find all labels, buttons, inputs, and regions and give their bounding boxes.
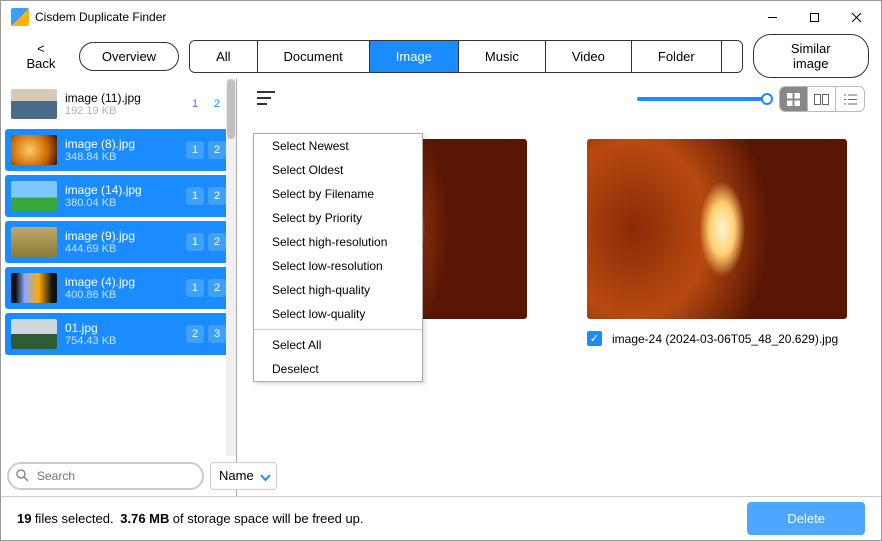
count-badge: 2 xyxy=(208,279,226,297)
tab-image[interactable]: Image xyxy=(370,41,459,72)
preview-card: image-24 (2024-03-06T05_48_20.629).jpg xyxy=(587,139,847,346)
tab-all[interactable]: All xyxy=(190,41,257,72)
selection-menu-button[interactable] xyxy=(253,86,281,113)
status-text: 19 files selected. 3.76 MB of storage sp… xyxy=(17,511,364,526)
list-item[interactable]: image (8).jpg348.84 KB12 xyxy=(5,129,232,171)
maximize-button[interactable] xyxy=(793,3,835,31)
menu-item[interactable]: Select high-resolution xyxy=(254,230,422,254)
separator xyxy=(254,329,422,330)
slider-knob[interactable] xyxy=(761,93,773,105)
thumbnail xyxy=(11,227,57,257)
count-badge: 1 xyxy=(186,279,204,297)
toolbar: < Back Overview AllDocumentImageMusicVid… xyxy=(1,33,881,79)
file-size: 754.43 KB xyxy=(65,335,186,347)
menu-item[interactable]: Select All xyxy=(254,333,422,357)
select-checkbox[interactable] xyxy=(587,331,602,346)
window-title: Cisdem Duplicate Finder xyxy=(35,10,751,24)
sidebar: image (11).jpg192.19 KB12image (8).jpg34… xyxy=(1,79,237,496)
duplicate-group-list[interactable]: image (11).jpg192.19 KB12image (8).jpg34… xyxy=(1,79,236,456)
menu-item[interactable]: Select by Filename xyxy=(254,182,422,206)
menu-item[interactable]: Select Newest xyxy=(254,134,422,158)
view-mode-switcher xyxy=(779,86,865,112)
search-icon xyxy=(16,469,29,485)
count-badge: 1 xyxy=(186,187,204,205)
count-badge: 2 xyxy=(208,187,226,205)
category-tabs: AllDocumentImageMusicVideoFolderOther xyxy=(189,40,742,73)
zoom-slider[interactable] xyxy=(637,97,767,101)
tab-video[interactable]: Video xyxy=(546,41,632,72)
statusbar: 19 files selected. 3.76 MB of storage sp… xyxy=(1,496,881,540)
tab-folder[interactable]: Folder xyxy=(632,41,722,72)
list-item[interactable]: image (9).jpg444.69 KB12 xyxy=(5,221,232,263)
menu-item[interactable]: Deselect xyxy=(254,357,422,381)
search-input[interactable] xyxy=(7,462,204,490)
count-badge: 1 xyxy=(186,233,204,251)
delete-button[interactable]: Delete xyxy=(747,502,865,535)
list-view-button[interactable] xyxy=(836,87,864,111)
menu-item[interactable]: Select low-quality xyxy=(254,302,422,326)
thumbnail xyxy=(11,181,57,211)
file-size: 400.86 KB xyxy=(65,289,186,301)
sidebar-footer: Name xyxy=(1,456,236,496)
menu-item[interactable]: Select high-quality xyxy=(254,278,422,302)
file-name: 01.jpg xyxy=(65,321,186,335)
file-size: 192.19 KB xyxy=(65,105,186,117)
file-size: 380.04 KB xyxy=(65,197,186,209)
thumbnail xyxy=(11,135,57,165)
file-size: 444.69 KB xyxy=(65,243,186,255)
count-badge: 2 xyxy=(186,325,204,343)
scrollbar-thumb[interactable] xyxy=(227,79,235,139)
count-badge: 2 xyxy=(208,141,226,159)
file-size: 348.84 KB xyxy=(65,151,186,163)
tab-other[interactable]: Other xyxy=(722,41,743,72)
menu-item[interactable]: Select by Priority xyxy=(254,206,422,230)
compare-view-button[interactable] xyxy=(808,87,836,111)
app-icon xyxy=(11,8,29,26)
file-name: image (9).jpg xyxy=(65,229,186,243)
thumbnail xyxy=(11,319,57,349)
count-badge: 2 xyxy=(208,95,226,113)
back-button[interactable]: < Back xyxy=(13,35,69,77)
count-badge: 1 xyxy=(186,95,204,113)
file-name: image (4).jpg xyxy=(65,275,186,289)
file-name: image (11).jpg xyxy=(65,91,186,105)
minimize-button[interactable] xyxy=(751,3,793,31)
close-button[interactable] xyxy=(835,3,877,31)
list-item[interactable]: image (14).jpg380.04 KB12 xyxy=(5,175,232,217)
file-name: image (14).jpg xyxy=(65,183,186,197)
count-badge: 1 xyxy=(186,141,204,159)
similar-image-button[interactable]: Similar image xyxy=(753,34,869,78)
list-item[interactable]: image (11).jpg192.19 KB12 xyxy=(5,83,232,125)
grid-view-button[interactable] xyxy=(780,87,808,111)
tab-document[interactable]: Document xyxy=(258,41,370,72)
menu-item[interactable]: Select Oldest xyxy=(254,158,422,182)
preview-filename: image-24 (2024-03-06T05_48_20.629).jpg xyxy=(612,332,838,346)
list-item[interactable]: image (4).jpg400.86 KB12 xyxy=(5,267,232,309)
scrollbar[interactable] xyxy=(226,79,236,456)
app-window: Cisdem Duplicate Finder < Back Overview … xyxy=(0,0,882,541)
selection-dropdown: Select NewestSelect OldestSelect by File… xyxy=(253,133,423,382)
list-item[interactable]: 01.jpg754.43 KB23 xyxy=(5,313,232,355)
thumbnail xyxy=(11,273,57,303)
count-badge: 2 xyxy=(208,233,226,251)
count-badge: 3 xyxy=(208,325,226,343)
tab-music[interactable]: Music xyxy=(459,41,546,72)
overview-button[interactable]: Overview xyxy=(79,42,179,71)
main-toolbar xyxy=(237,79,881,119)
thumbnail xyxy=(11,89,57,119)
menu-item[interactable]: Select low-resolution xyxy=(254,254,422,278)
titlebar: Cisdem Duplicate Finder xyxy=(1,1,881,33)
preview-image[interactable] xyxy=(587,139,847,319)
file-name: image (8).jpg xyxy=(65,137,186,151)
